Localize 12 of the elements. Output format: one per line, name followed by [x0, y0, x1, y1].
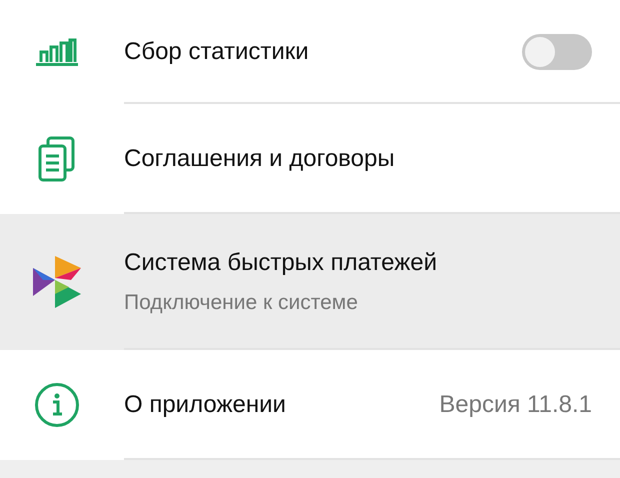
documents-icon: [38, 136, 76, 182]
colored-triangles-icon: [33, 254, 81, 310]
setting-title: Соглашения и договоры: [124, 145, 395, 173]
setting-title: Сбор статистики: [124, 38, 309, 66]
setting-subtitle: Подключение к системе: [124, 291, 359, 315]
setting-title: Система быстрых платежей: [124, 249, 438, 277]
bar-chart-icon: [36, 38, 78, 66]
toggle-switch[interactable]: [522, 34, 592, 70]
version-text: Версия 11.8.1: [439, 391, 592, 419]
settings-item[interactable]: Система быстрых платежей Подключение к системе: [0, 214, 620, 350]
info-icon: [34, 382, 80, 428]
setting-title: О приложении: [124, 391, 286, 419]
